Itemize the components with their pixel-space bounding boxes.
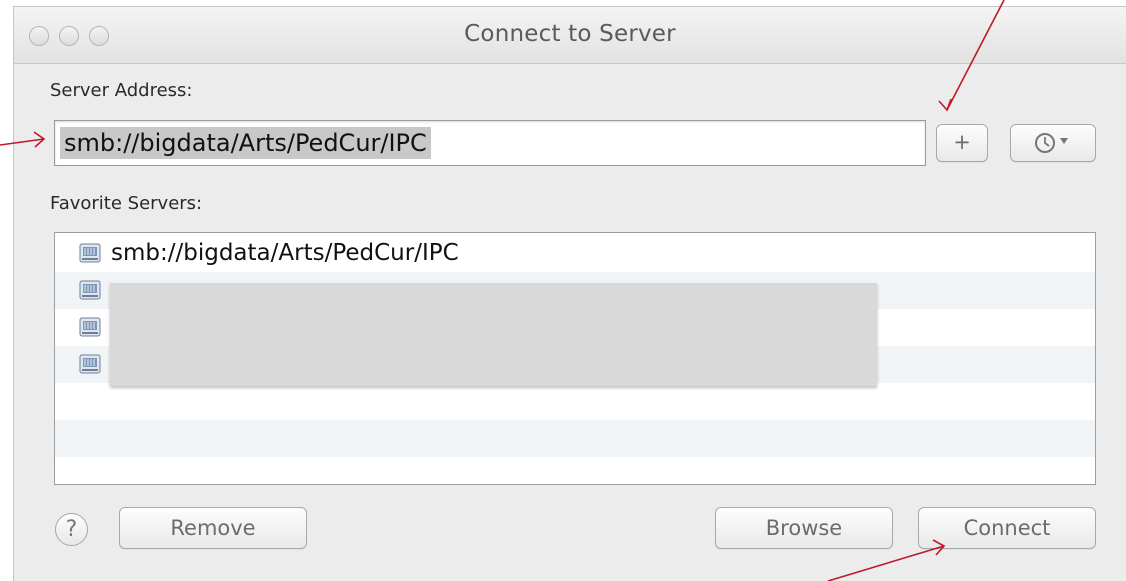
list-item-text: smb://bigdata/Arts/PedCur/IPC bbox=[111, 240, 459, 266]
favorite-servers-label: Favorite Servers: bbox=[50, 193, 203, 214]
browse-button[interactable]: Browse bbox=[715, 507, 893, 549]
remove-button[interactable]: Remove bbox=[119, 507, 307, 549]
server-icon bbox=[79, 317, 101, 337]
connect-label: Connect bbox=[963, 516, 1051, 540]
help-button[interactable]: ? bbox=[55, 513, 88, 546]
server-address-input[interactable]: smb://bigdata/Arts/PedCur/IPC bbox=[54, 120, 926, 166]
server-icon bbox=[79, 354, 101, 374]
remove-label: Remove bbox=[170, 516, 256, 540]
list-item[interactable]: smb://bigdata/Arts/PedCur/IPC bbox=[55, 235, 1095, 272]
server-icon bbox=[79, 243, 101, 263]
server-icon bbox=[79, 280, 101, 300]
plus-icon: + bbox=[953, 130, 971, 154]
connect-button[interactable]: Connect bbox=[918, 507, 1096, 549]
server-address-label: Server Address: bbox=[50, 80, 193, 101]
title-bar: Connect to Server bbox=[14, 7, 1126, 64]
recent-servers-button[interactable] bbox=[1010, 124, 1096, 162]
server-address-value[interactable]: smb://bigdata/Arts/PedCur/IPC bbox=[60, 127, 431, 159]
add-favorite-button[interactable]: + bbox=[936, 124, 988, 162]
list-item-empty bbox=[55, 383, 1095, 420]
question-icon: ? bbox=[65, 517, 78, 542]
list-item-empty bbox=[55, 420, 1095, 457]
clock-icon bbox=[1035, 133, 1068, 153]
browse-label: Browse bbox=[765, 516, 843, 540]
redaction-box bbox=[110, 283, 877, 386]
window-title: Connect to Server bbox=[464, 21, 676, 47]
